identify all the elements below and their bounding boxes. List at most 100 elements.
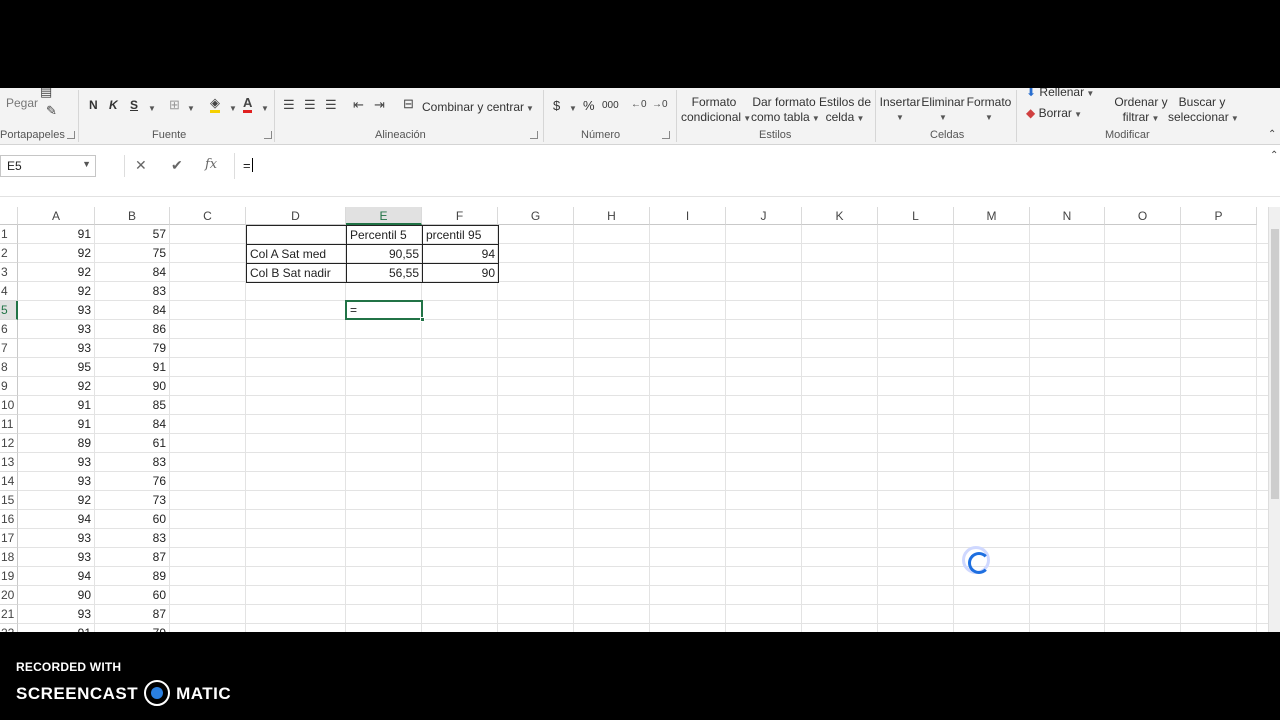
column-header-l[interactable]: L [878, 207, 954, 225]
row-header-9[interactable]: 9 [0, 377, 18, 396]
vertical-scrollbar[interactable] [1268, 207, 1280, 632]
cell-b8[interactable]: 91 [95, 358, 169, 377]
cell-d3[interactable]: Col B Sat nadir [246, 263, 347, 283]
column-header-m[interactable]: M [954, 207, 1030, 225]
cell-b11[interactable]: 84 [95, 415, 169, 434]
active-cell-e5[interactable]: = [345, 300, 425, 322]
cell-f3[interactable]: 90 [422, 263, 499, 283]
select-all-corner[interactable] [0, 207, 18, 225]
cell-b20[interactable]: 60 [95, 586, 169, 605]
cell-styles-button[interactable]: Estilos de celda ▼ [818, 95, 872, 126]
increase-decimal-icon[interactable]: ←0 [631, 98, 647, 112]
fill-color-icon[interactable]: ◈ [210, 96, 220, 113]
column-header-e[interactable]: E [346, 207, 422, 225]
format-as-table-button[interactable]: Dar formato como tabla ▼ [751, 95, 820, 126]
cell-a6[interactable]: 93 [18, 320, 94, 339]
row-header-17[interactable]: 17 [0, 529, 18, 548]
merge-center-button[interactable]: Combinar y centrar [422, 100, 524, 114]
cell-a12[interactable]: 89 [18, 434, 94, 453]
row-header-14[interactable]: 14 [0, 472, 18, 491]
column-header-d[interactable]: D [246, 207, 346, 225]
formula-input[interactable]: = [234, 153, 1274, 179]
currency-dropdown-icon[interactable]: ▼ [569, 102, 577, 116]
cell-a17[interactable]: 93 [18, 529, 94, 548]
cell-b7[interactable]: 79 [95, 339, 169, 358]
format-painter-icon[interactable]: ✎ [46, 104, 57, 118]
cell-b1[interactable]: 57 [95, 225, 169, 244]
cell-a2[interactable]: 92 [18, 244, 94, 263]
column-header-b[interactable]: B [95, 207, 170, 225]
row-header-19[interactable]: 19 [0, 567, 18, 586]
cell-b19[interactable]: 89 [95, 567, 169, 586]
cell-b12[interactable]: 61 [95, 434, 169, 453]
cell-b5[interactable]: 84 [95, 301, 169, 320]
cell-a9[interactable]: 92 [18, 377, 94, 396]
numero-launcher-icon[interactable] [662, 131, 670, 139]
row-header-11[interactable]: 11 [0, 415, 18, 434]
row-header-22[interactable]: 22 [0, 624, 18, 632]
column-header-j[interactable]: J [726, 207, 802, 225]
paste-button[interactable]: Pegar [6, 96, 38, 110]
row-header-13[interactable]: 13 [0, 453, 18, 472]
align-left-icon[interactable]: ☰ [283, 98, 295, 112]
column-header-i[interactable]: I [650, 207, 726, 225]
borders-dropdown-icon[interactable]: ▼ [187, 102, 195, 116]
fill-handle[interactable] [420, 317, 425, 322]
cell-b14[interactable]: 76 [95, 472, 169, 491]
cell-d1[interactable] [246, 225, 347, 245]
cell-a3[interactable]: 92 [18, 263, 94, 282]
cell-b22[interactable]: 79 [95, 624, 169, 632]
row-header-16[interactable]: 16 [0, 510, 18, 529]
cell-a15[interactable]: 92 [18, 491, 94, 510]
row-header-7[interactable]: 7 [0, 339, 18, 358]
cell-f1[interactable]: prcentil 95 [422, 225, 499, 245]
clear-button[interactable]: ◆ Borrar ▼ [1026, 106, 1082, 120]
cell-b2[interactable]: 75 [95, 244, 169, 263]
row-header-6[interactable]: 6 [0, 320, 18, 339]
scroll-thumb[interactable] [1271, 229, 1279, 499]
row-header-20[interactable]: 20 [0, 586, 18, 605]
cell-b15[interactable]: 73 [95, 491, 169, 510]
format-button[interactable]: Formato ▼ [966, 95, 1012, 125]
percent-button[interactable]: % [583, 98, 595, 113]
cell-a18[interactable]: 93 [18, 548, 94, 567]
conditional-format-button[interactable]: Formato condicional ▼ [681, 95, 751, 126]
row-header-15[interactable]: 15 [0, 491, 18, 510]
row-header-12[interactable]: 12 [0, 434, 18, 453]
underline-dropdown-icon[interactable]: ▼ [148, 102, 156, 116]
cell-b4[interactable]: 83 [95, 282, 169, 301]
fuente-launcher-icon[interactable] [264, 131, 272, 139]
decrease-decimal-icon[interactable]: →0 [652, 98, 668, 112]
cell-e2[interactable]: 90,55 [346, 244, 423, 264]
alineacion-launcher-icon[interactable] [530, 131, 538, 139]
font-color-dropdown-icon[interactable]: ▼ [261, 102, 269, 116]
row-header-10[interactable]: 10 [0, 396, 18, 415]
decrease-indent-icon[interactable]: ⇤ [353, 98, 364, 112]
worksheet-grid[interactable]: A B C D E F G H I J K L M N O P 1 2 3 4 5 6 7 8 9 10 11 12 13 14 15 16 1… [0, 207, 1268, 632]
cell-a7[interactable]: 93 [18, 339, 94, 358]
cell-a13[interactable]: 93 [18, 453, 94, 472]
cell-b13[interactable]: 83 [95, 453, 169, 472]
paste-icon[interactable]: ▤ [40, 88, 52, 99]
cell-a16[interactable]: 94 [18, 510, 94, 529]
fill-color-dropdown-icon[interactable]: ▼ [229, 102, 237, 116]
insert-function-icon[interactable]: fx [205, 157, 217, 172]
column-header-o[interactable]: O [1105, 207, 1181, 225]
sort-filter-button[interactable]: Ordenar y filtrar ▼ [1112, 95, 1170, 126]
row-header-5[interactable]: 5 [0, 301, 18, 320]
cell-e1[interactable]: Percentil 5 [346, 225, 423, 245]
align-center-icon[interactable]: ☰ [304, 98, 316, 112]
column-header-n[interactable]: N [1030, 207, 1105, 225]
cell-b16[interactable]: 60 [95, 510, 169, 529]
collapse-ribbon-icon[interactable]: ⌃ [1268, 128, 1276, 142]
delete-button[interactable]: Eliminar ▼ [921, 95, 965, 125]
align-right-icon[interactable]: ☰ [325, 98, 337, 112]
currency-button[interactable]: $ [553, 98, 560, 113]
cell-a8[interactable]: 95 [18, 358, 94, 377]
cell-a14[interactable]: 93 [18, 472, 94, 491]
column-header-a[interactable]: A [18, 207, 95, 225]
cell-b9[interactable]: 90 [95, 377, 169, 396]
row-header-21[interactable]: 21 [0, 605, 18, 624]
name-box[interactable]: E5 ▼ [0, 155, 96, 177]
cell-a11[interactable]: 91 [18, 415, 94, 434]
